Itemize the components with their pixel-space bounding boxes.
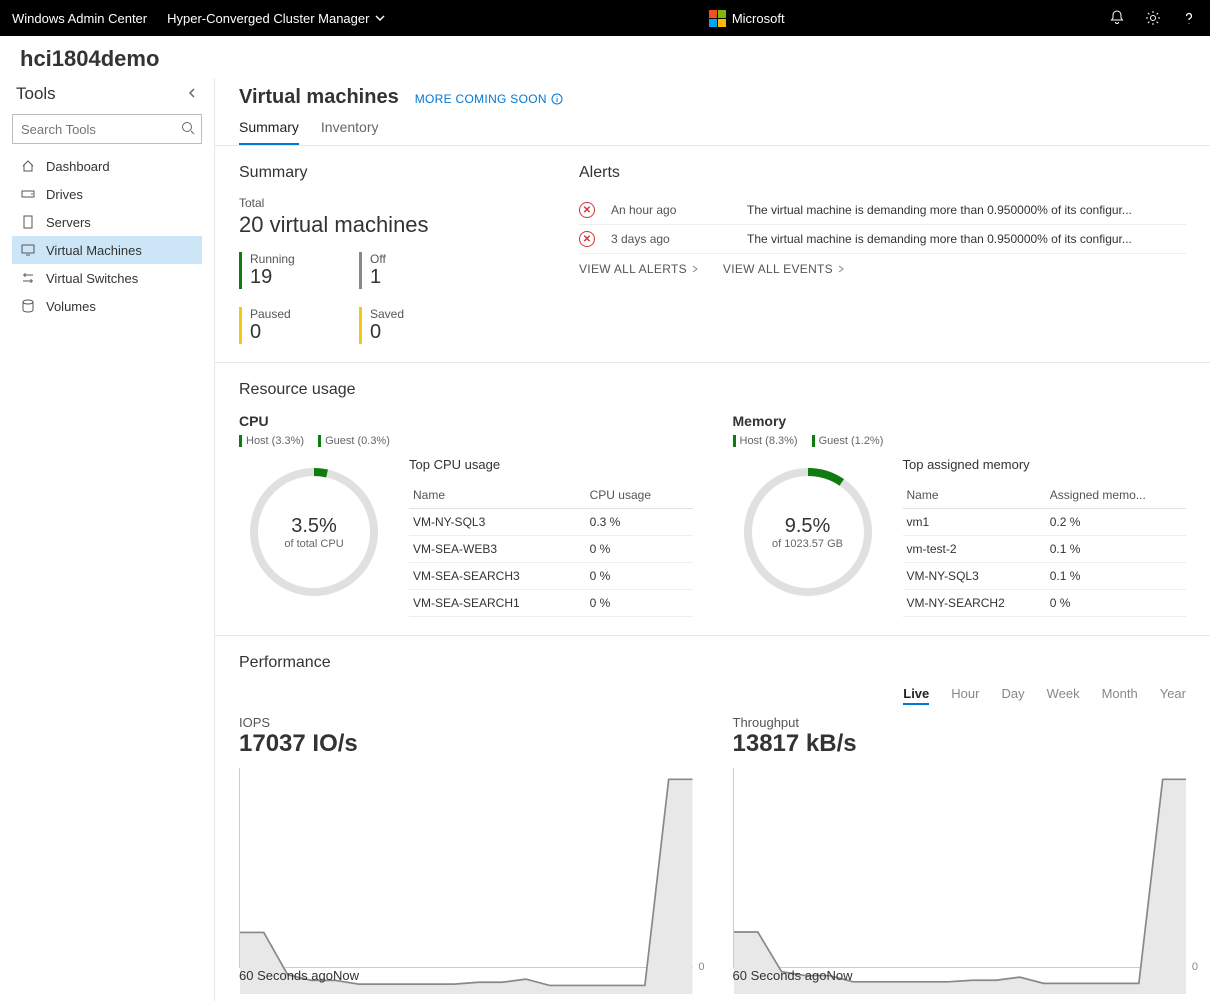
topbar-center: Microsoft xyxy=(385,10,1108,27)
table-row[interactable]: vm10.2 % xyxy=(903,509,1187,536)
view-all-events-link[interactable]: VIEW ALL EVENTS xyxy=(723,262,845,276)
sidebar-item-label: Drives xyxy=(46,187,83,202)
cpu-title: CPU xyxy=(239,413,693,429)
sidebar-item-volumes[interactable]: Volumes xyxy=(12,292,202,320)
status-paused: Paused0 xyxy=(239,307,359,344)
app-brand[interactable]: Windows Admin Center xyxy=(12,11,147,26)
top-mem-title: Top assigned memory xyxy=(903,457,1187,472)
range-month[interactable]: Month xyxy=(1102,686,1138,705)
iops-value: 17037 IO/s xyxy=(239,730,693,758)
table-row[interactable]: VM-SEA-WEB30 % xyxy=(409,536,693,563)
sidebar-item-label: Virtual Machines xyxy=(46,243,142,258)
range-year[interactable]: Year xyxy=(1160,686,1186,705)
chevron-right-icon xyxy=(691,265,699,273)
iops-label: IOPS xyxy=(239,715,693,730)
range-day[interactable]: Day xyxy=(1001,686,1024,705)
sidebar-item-label: Volumes xyxy=(46,299,96,314)
chevron-down-icon xyxy=(375,13,385,23)
alert-row[interactable]: ✕An hour agoThe virtual machine is deman… xyxy=(579,196,1186,225)
alerts-heading: Alerts xyxy=(579,164,1186,182)
memory-block: Memory Host (8.3%)Guest (1.2%) 9.5%of 10… xyxy=(733,413,1187,617)
page-tabs: Summary Inventory xyxy=(215,109,1210,146)
settings-icon[interactable] xyxy=(1144,9,1162,27)
sidebar-item-label: Virtual Switches xyxy=(46,271,138,286)
alert-row[interactable]: ✕3 days agoThe virtual machine is demand… xyxy=(579,225,1186,254)
mem-pct: 9.5% xyxy=(785,515,831,538)
page-title: Virtual machines xyxy=(239,86,399,109)
throughput-value: 13817 kB/s xyxy=(733,730,1187,758)
range-live[interactable]: Live xyxy=(903,686,929,705)
cpu-pct: 3.5% xyxy=(291,515,337,538)
sidebar-item-dashboard[interactable]: Dashboard xyxy=(12,152,202,180)
collapse-sidebar-icon[interactable] xyxy=(186,87,198,102)
tab-summary[interactable]: Summary xyxy=(239,119,299,145)
table-row[interactable]: VM-SEA-SEARCH30 % xyxy=(409,563,693,590)
table-row[interactable]: VM-NY-SEARCH20 % xyxy=(903,590,1187,617)
mem-sub: of 1023.57 GB xyxy=(772,538,843,550)
mem-donut: 9.5%of 1023.57 GB xyxy=(733,457,883,607)
context-dropdown[interactable]: Hyper-Converged Cluster Manager xyxy=(167,11,385,26)
summary-total-value: 20 virtual machines xyxy=(239,212,519,238)
home-icon xyxy=(20,158,36,174)
table-row[interactable]: vm-test-20.1 % xyxy=(903,536,1187,563)
server-icon xyxy=(20,214,36,230)
top-bar: Windows Admin Center Hyper-Converged Clu… xyxy=(0,0,1210,36)
tools-sidebar: Tools Dashboard Drives Servers Virtual M… xyxy=(0,78,215,1001)
alerts-list: ✕An hour agoThe virtual machine is deman… xyxy=(579,196,1186,254)
switch-icon xyxy=(20,270,36,286)
view-all-alerts-link[interactable]: VIEW ALL ALERTS xyxy=(579,262,699,276)
context-dropdown-label: Hyper-Converged Cluster Manager xyxy=(167,11,369,26)
cpu-donut: 3.5%of total CPU xyxy=(239,457,389,607)
search-icon[interactable] xyxy=(180,120,196,139)
iops-chart: 0 xyxy=(239,768,693,968)
sidebar-item-label: Servers xyxy=(46,215,91,230)
throughput-label: Throughput xyxy=(733,715,1187,730)
error-icon: ✕ xyxy=(579,231,595,247)
tools-title: Tools xyxy=(16,84,56,104)
status-running: Running19 xyxy=(239,252,359,289)
sidebar-item-drives[interactable]: Drives xyxy=(12,180,202,208)
summary-heading: Summary xyxy=(239,164,519,182)
sidebar-item-servers[interactable]: Servers xyxy=(12,208,202,236)
summary-total-label: Total xyxy=(239,196,519,210)
resource-heading: Resource usage xyxy=(239,381,1186,399)
chart-zero: 0 xyxy=(1192,961,1198,973)
cluster-header: hci1804demo xyxy=(0,36,1210,78)
range-hour[interactable]: Hour xyxy=(951,686,979,705)
throughput-chart: 0 xyxy=(733,768,1187,968)
more-coming-soon-link[interactable]: MORE COMING SOON xyxy=(415,92,563,106)
status-off: Off1 xyxy=(359,252,479,289)
search-tools-input[interactable] xyxy=(12,114,202,144)
top-cpu-title: Top CPU usage xyxy=(409,457,693,472)
drive-icon xyxy=(20,186,36,202)
chevron-right-icon xyxy=(837,265,845,273)
vm-icon xyxy=(20,242,36,258)
info-icon xyxy=(551,93,563,105)
sidebar-item-virtual-machines[interactable]: Virtual Machines xyxy=(12,236,202,264)
cluster-name: hci1804demo xyxy=(20,46,1190,72)
more-coming-soon-label: MORE COMING SOON xyxy=(415,92,547,106)
search-tools-wrapper xyxy=(12,114,202,144)
sidebar-item-label: Dashboard xyxy=(46,159,110,174)
error-icon: ✕ xyxy=(579,202,595,218)
table-row[interactable]: VM-NY-SQL30.3 % xyxy=(409,509,693,536)
performance-ranges: Live Hour Day Week Month Year xyxy=(239,686,1186,715)
performance-heading: Performance xyxy=(239,654,1186,672)
microsoft-label: Microsoft xyxy=(732,11,785,26)
table-row[interactable]: VM-NY-SQL30.1 % xyxy=(903,563,1187,590)
mem-title: Memory xyxy=(733,413,1187,429)
range-week[interactable]: Week xyxy=(1047,686,1080,705)
chart-zero: 0 xyxy=(698,961,704,973)
summary-states: Running19Off1Paused0Saved0 xyxy=(239,252,519,344)
cpu-sub: of total CPU xyxy=(284,538,343,550)
tab-inventory[interactable]: Inventory xyxy=(321,119,379,145)
help-icon[interactable] xyxy=(1180,9,1198,27)
notifications-icon[interactable] xyxy=(1108,9,1126,27)
volume-icon xyxy=(20,298,36,314)
sidebar-item-virtual-switches[interactable]: Virtual Switches xyxy=(12,264,202,292)
status-saved: Saved0 xyxy=(359,307,479,344)
microsoft-logo: Microsoft xyxy=(709,10,785,27)
table-row[interactable]: VM-SEA-SEARCH10 % xyxy=(409,590,693,617)
cpu-block: CPU Host (3.3%)Guest (0.3%) 3.5%of total… xyxy=(239,413,693,617)
